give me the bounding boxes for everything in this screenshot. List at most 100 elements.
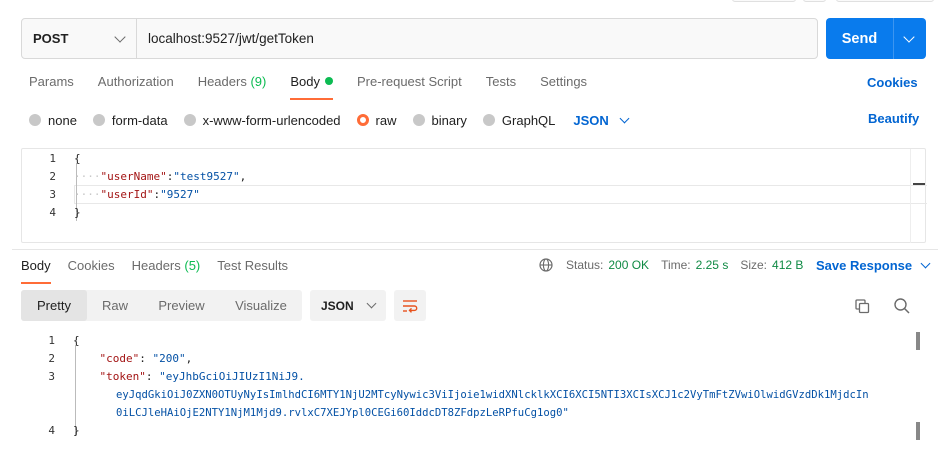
response-scrollbar[interactable] <box>915 330 925 470</box>
view-visualize[interactable]: Visualize <box>220 290 302 321</box>
tab-pre-request-script[interactable]: Pre-request Script <box>357 74 462 100</box>
editor-line: 2 <box>21 350 55 368</box>
size-value[interactable]: 412 B <box>772 258 803 272</box>
tab-response-headers[interactable]: Headers (5) <box>132 258 201 284</box>
editor-scrollbar[interactable] <box>910 149 926 243</box>
radio-label: binary <box>431 112 467 128</box>
tab-label: Tests <box>485 74 517 89</box>
send-options-chevron-icon[interactable] <box>903 30 915 43</box>
radio-raw[interactable]: raw <box>356 112 397 128</box>
editor-line: 2 <box>22 168 56 186</box>
wrap-lines-button[interactable] <box>394 290 426 321</box>
toolbar-button-partial[interactable] <box>803 0 826 2</box>
line-number: 1 <box>49 152 56 165</box>
radio-graphql[interactable]: GraphQL <box>482 113 555 128</box>
editor-line: 4 <box>22 204 56 222</box>
view-mode-selector: Pretty Raw Preview Visualize <box>21 290 302 321</box>
tab-label: Params <box>29 74 74 89</box>
tab-label: Cookies <box>67 258 115 273</box>
view-preview[interactable]: Preview <box>143 290 220 321</box>
size-label: Size: <box>740 258 768 272</box>
tab-params[interactable]: Params <box>29 74 74 100</box>
response-body-viewer[interactable]: 1 2 3 4 { "code": "200", "token": "eyJhb… <box>21 330 926 470</box>
top-toolbar-edge <box>0 0 950 8</box>
line-number: 2 <box>49 170 56 183</box>
wrap-lines-icon <box>403 299 418 313</box>
cookies-link[interactable]: Cookies <box>867 75 918 90</box>
send-label: Send <box>841 30 878 47</box>
view-raw[interactable]: Raw <box>87 290 143 321</box>
radio-x-www-form-urlencoded[interactable]: x-www-form-urlencoded <box>183 112 341 128</box>
tab-response-cookies[interactable]: Cookies <box>68 258 115 284</box>
pane-divider[interactable] <box>12 249 938 250</box>
response-status: Status: 200 OK Time: 2.25 s Size: 412 B <box>539 258 815 272</box>
beautify-button[interactable]: Beautify <box>868 111 919 126</box>
response-tabs: Body Cookies Headers (5) Test Results <box>21 258 305 284</box>
status-label: Status: <box>566 258 604 272</box>
tab-label: Settings <box>540 74 588 89</box>
request-tabs: Params Authorization Headers (9) Body Pr… <box>29 74 611 100</box>
save-response-label: Save Response <box>816 258 913 273</box>
json-key: "code" <box>99 352 140 365</box>
body-type-selector: none form-data x-www-form-urlencoded raw… <box>29 111 630 129</box>
code-line: "token": "eyJhbGciOiJIUzI1NiJ9. <box>99 370 305 383</box>
line-number: 3 <box>49 188 56 201</box>
radio-circle-icon <box>183 114 196 126</box>
radio-form-data[interactable]: form-data <box>92 113 168 128</box>
tab-label: Body <box>21 258 51 273</box>
json-key: "userId" <box>100 188 154 201</box>
radio-circle-icon <box>482 114 495 126</box>
radio-label: x-www-form-urlencoded <box>202 112 341 128</box>
tab-body[interactable]: Body <box>290 74 333 100</box>
tab-settings[interactable]: Settings <box>540 74 587 100</box>
tab-authorization[interactable]: Authorization <box>98 74 174 100</box>
code-line: "code": "200", <box>99 352 193 365</box>
request-bar: POST localhost:9527/jwt/getToken <box>21 18 818 59</box>
body-language-dropdown[interactable]: JSON <box>573 113 630 128</box>
toolbar-button-partial[interactable] <box>836 0 934 2</box>
method-label: POST <box>33 31 69 46</box>
chevron-down-icon <box>366 298 377 309</box>
view-pretty[interactable]: Pretty <box>21 290 87 321</box>
globe-icon[interactable] <box>539 258 553 272</box>
status-value[interactable]: 200 OK <box>608 258 649 272</box>
tab-label: Headers <box>131 258 185 273</box>
line-number: 4 <box>48 424 55 437</box>
code-brace: } <box>74 206 81 219</box>
line-number: 1 <box>48 334 55 347</box>
time-value[interactable]: 2.25 s <box>696 258 729 272</box>
method-selector[interactable]: POST <box>22 19 137 58</box>
response-format-dropdown[interactable]: JSON <box>310 290 386 321</box>
request-body-editor[interactable]: 1 2 3 4 { ····"userName":"test9527", ···… <box>21 148 927 243</box>
json-value-wrapped: 0iLCJleHAiOjE2NTY1NjM1Mjd9.rvlxC7XEJYpl0… <box>116 407 569 419</box>
editor-line: 1 <box>21 332 55 350</box>
copy-icon[interactable] <box>853 297 871 315</box>
radio-binary[interactable]: binary <box>412 112 467 128</box>
save-response-button[interactable]: Save Response <box>816 258 931 273</box>
tab-label: Authorization <box>97 74 174 89</box>
send-button[interactable]: Send <box>826 18 926 59</box>
tab-test-results[interactable]: Test Results <box>217 258 288 284</box>
radio-circle-icon <box>92 114 105 126</box>
tab-headers[interactable]: Headers (9) <box>198 74 267 100</box>
scroll-marker <box>913 183 925 185</box>
tab-count: (5) <box>184 258 201 273</box>
chevron-down-icon <box>920 258 931 269</box>
tab-response-body[interactable]: Body <box>21 258 51 284</box>
chevron-down-icon <box>114 30 126 43</box>
radio-none[interactable]: none <box>29 113 77 128</box>
toolbar-button-partial[interactable] <box>732 0 796 2</box>
url-input[interactable]: localhost:9527/jwt/getToken <box>137 31 314 46</box>
json-key: "userName" <box>100 170 167 183</box>
line-number: 2 <box>48 352 55 365</box>
search-icon[interactable] <box>893 297 911 315</box>
json-value: "eyJhbGciOiJIUzI1NiJ9. <box>159 370 305 383</box>
json-value: "9527" <box>160 188 200 201</box>
chevron-down-icon <box>619 113 630 123</box>
code-line: ····"userName":"test9527", <box>74 170 247 183</box>
radio-label: raw <box>375 112 397 128</box>
time-label: Time: <box>661 258 691 272</box>
tab-label: Test Results <box>217 258 289 273</box>
tab-tests[interactable]: Tests <box>486 74 516 100</box>
scroll-thumb[interactable] <box>916 332 920 350</box>
